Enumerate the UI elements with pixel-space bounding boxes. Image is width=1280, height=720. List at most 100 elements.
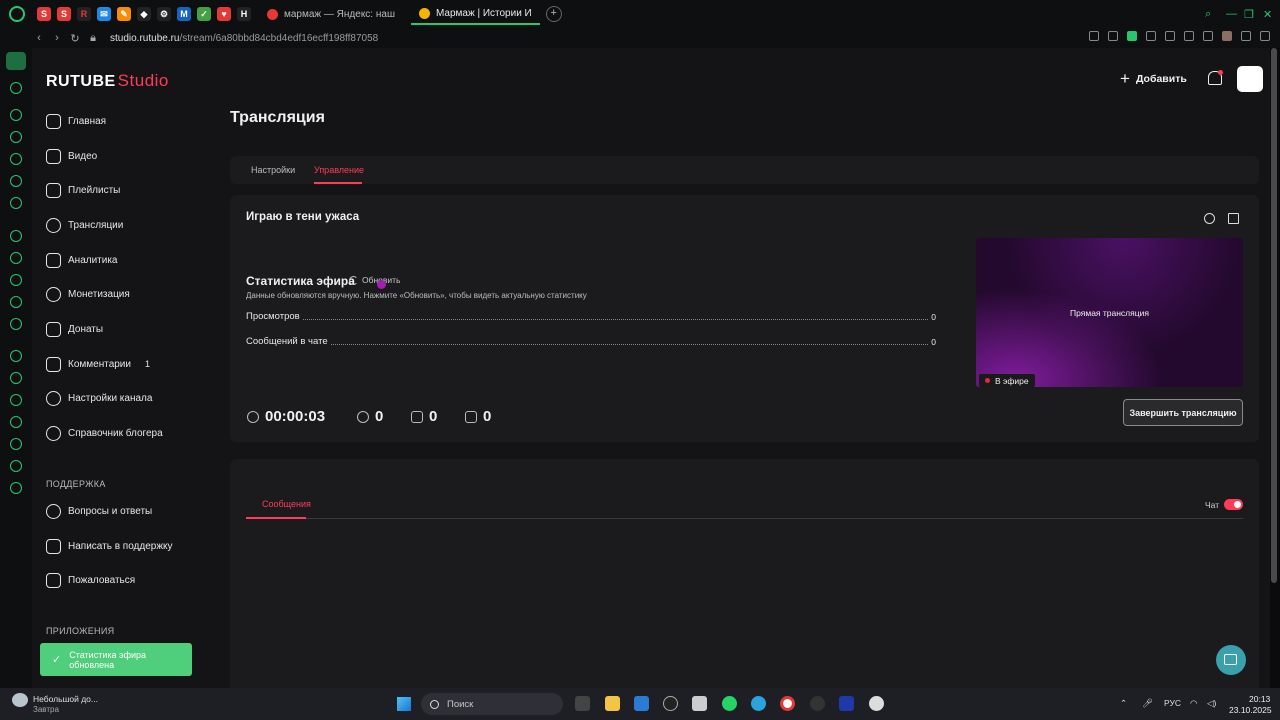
explorer-icon[interactable] <box>605 696 620 711</box>
nav-item-playlists[interactable]: Плейлисты <box>46 180 120 200</box>
gamepad-icon[interactable] <box>10 82 22 94</box>
tab-manage[interactable]: Управление <box>314 165 364 175</box>
clock-icon[interactable] <box>10 438 22 450</box>
app-icon[interactable] <box>692 696 707 711</box>
nav-item-monetization[interactable]: Монетизация <box>46 284 130 304</box>
chat-help-button[interactable] <box>1216 645 1246 675</box>
xo-app-icon[interactable] <box>839 696 854 711</box>
volume-icon[interactable]: ◁) <box>1207 698 1216 709</box>
wallet-icon[interactable] <box>1146 31 1156 41</box>
task-view-icon[interactable] <box>575 696 590 711</box>
twitch-icon[interactable] <box>10 252 22 264</box>
nav-item-channel-settings[interactable]: Настройки канала <box>46 388 152 408</box>
microphone-icon[interactable]: 🎤︎ <box>1142 698 1153 709</box>
search-icon[interactable]: ⌕ <box>1205 8 1211 21</box>
pinned-tab-icon[interactable]: M <box>177 7 191 21</box>
add-button[interactable]: + Добавить <box>1120 69 1187 88</box>
back-icon[interactable]: ‹ <box>30 32 48 44</box>
windows-start-icon[interactable] <box>397 697 411 711</box>
page-scrollbar[interactable] <box>1271 48 1277 583</box>
pinned-tab-icon[interactable]: ✎ <box>117 7 131 21</box>
box-icon[interactable] <box>10 394 22 406</box>
store-icon[interactable] <box>10 175 22 187</box>
chatgpt-icon[interactable] <box>10 230 22 242</box>
opera-icon[interactable] <box>780 696 795 711</box>
telegram-icon[interactable] <box>10 296 22 308</box>
pinned-tab-icon[interactable]: S <box>37 7 51 21</box>
nav-item-faq[interactable]: Вопросы и ответы <box>46 501 152 521</box>
send-icon[interactable] <box>10 372 22 384</box>
heart-icon[interactable] <box>1184 31 1194 41</box>
pinned-tab-icon[interactable]: ✉ <box>97 7 111 21</box>
rutube-studio-logo[interactable]: RUTUBE Studio <box>46 71 169 91</box>
clock-date[interactable]: 23.10.2025 <box>1229 705 1272 715</box>
tab-messages[interactable]: Сообщения <box>262 499 311 509</box>
taskbar-search[interactable]: Поиск <box>421 693 563 715</box>
language-indicator[interactable]: РУС <box>1164 698 1181 708</box>
pinned-tab-icon[interactable]: ◆ <box>137 7 151 21</box>
refresh-stats-button[interactable]: Обновить <box>349 275 401 285</box>
puzzle-icon[interactable] <box>10 460 22 472</box>
pinned-tab-icon[interactable]: ✓ <box>197 7 211 21</box>
vk-icon[interactable] <box>10 318 22 330</box>
opera-gx-logo-icon[interactable] <box>9 6 25 22</box>
nav-item-analytics[interactable]: Аналитика <box>46 250 118 270</box>
refresh-icon[interactable] <box>10 131 22 143</box>
m-icon[interactable] <box>10 197 22 209</box>
download-icon[interactable] <box>1241 31 1251 41</box>
pin-icon[interactable] <box>1089 31 1099 41</box>
telegram-icon[interactable] <box>751 696 766 711</box>
stream-preview[interactable]: Прямая трансляция В эфире <box>976 238 1243 387</box>
nav-item-contact-support[interactable]: Написать в поддержку <box>46 536 173 556</box>
browser-tab[interactable]: мармаж — Яндекс: наш <box>259 3 403 25</box>
weather-icon[interactable] <box>12 693 28 707</box>
settings-icon[interactable] <box>10 482 22 494</box>
media-player-icon[interactable] <box>663 696 678 711</box>
tray-chevron-icon[interactable]: ⌃ <box>1120 698 1127 709</box>
maximize-icon[interactable]: ❐ <box>1244 8 1254 21</box>
nav-item-streams[interactable]: Трансляции <box>46 215 123 235</box>
whatsapp-icon[interactable] <box>10 274 22 286</box>
nav-item-blogger-guide[interactable]: Справочник блогера <box>46 423 163 443</box>
play-icon[interactable] <box>1165 31 1175 41</box>
tab-settings[interactable]: Настройки <box>251 165 295 175</box>
clock-time[interactable]: 20:13 <box>1249 694 1270 704</box>
menu-icon[interactable] <box>1260 31 1270 41</box>
weather-text[interactable]: Небольшой до... <box>33 694 98 704</box>
chat-toggle[interactable] <box>1224 499 1243 510</box>
pinned-tab-icon[interactable]: ⚙ <box>157 7 171 21</box>
home-icon[interactable] <box>6 52 26 70</box>
browser-tab-active[interactable]: Мармаж | Истории И <box>410 3 540 25</box>
controller-icon[interactable] <box>10 109 22 121</box>
pinned-tab-icon[interactable]: H <box>237 7 251 21</box>
bag-icon[interactable] <box>10 153 22 165</box>
forward-icon[interactable]: › <box>48 32 66 44</box>
close-icon[interactable]: ✕ <box>1263 8 1272 21</box>
obs-icon[interactable] <box>869 696 884 711</box>
new-tab-button[interactable]: + <box>545 6 562 22</box>
vpn-icon[interactable] <box>1127 31 1137 41</box>
profile-icon[interactable] <box>1222 31 1232 41</box>
avatar[interactable] <box>1237 66 1263 92</box>
external-link-icon[interactable] <box>1228 213 1239 224</box>
nav-item-home[interactable]: Главная <box>46 111 106 131</box>
reload-icon[interactable]: ↻ <box>66 32 84 45</box>
minimize-icon[interactable]: — <box>1226 8 1237 20</box>
player-icon[interactable] <box>10 350 22 362</box>
extensions-icon[interactable] <box>1203 31 1213 41</box>
end-stream-button[interactable]: Завершить трансляцию <box>1123 399 1243 426</box>
store-icon[interactable] <box>634 696 649 711</box>
history-icon[interactable] <box>10 416 22 428</box>
wifi-icon[interactable]: ◠ <box>1190 698 1197 709</box>
snapshot-icon[interactable] <box>1108 31 1118 41</box>
share-icon[interactable] <box>1204 213 1215 224</box>
nav-item-donations[interactable]: Донаты <box>46 319 103 339</box>
nav-item-report[interactable]: Пожаловаться <box>46 570 135 590</box>
app-icon[interactable] <box>810 696 825 711</box>
nav-item-comments[interactable]: Комментарии 1 <box>46 354 150 374</box>
nav-item-video[interactable]: Видео <box>46 146 97 166</box>
whatsapp-icon[interactable] <box>722 696 737 711</box>
url-field[interactable]: studio.rutube.ru/stream/6a80bbd84cbd4edf… <box>110 33 378 44</box>
pinned-tab-icon[interactable]: R <box>77 7 91 21</box>
pinned-tab-icon[interactable]: S <box>57 7 71 21</box>
